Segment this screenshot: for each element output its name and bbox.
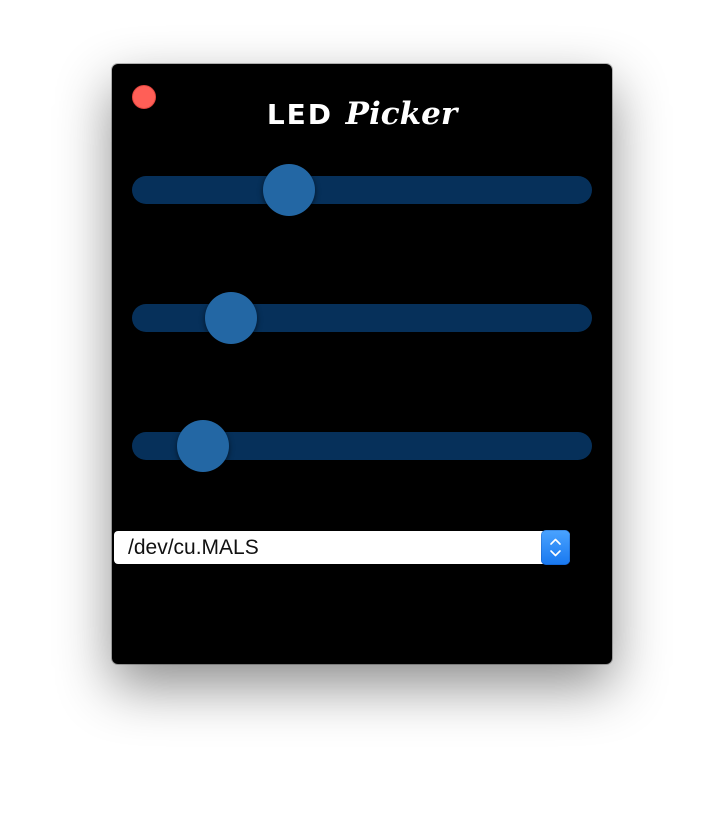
- chevron-up-down-icon[interactable]: [541, 530, 570, 565]
- slider-1[interactable]: [132, 164, 592, 216]
- slider-2[interactable]: [132, 292, 592, 344]
- slider-thumb[interactable]: [262, 164, 315, 216]
- port-select[interactable]: /dev/cu.MALS: [114, 530, 570, 565]
- title-picker: Picker: [345, 96, 458, 132]
- slider-track[interactable]: [132, 176, 592, 204]
- title-led: LED: [266, 98, 334, 131]
- led-picker-window: LED Picker /dev/cu.MALS: [112, 64, 612, 664]
- slider-track[interactable]: [132, 304, 592, 332]
- slider-thumb[interactable]: [205, 292, 258, 344]
- slider-thumb[interactable]: [176, 420, 229, 472]
- port-select-value: /dev/cu.MALS: [128, 536, 259, 559]
- slider-3[interactable]: [132, 420, 592, 472]
- window-title: LED Picker: [112, 94, 612, 135]
